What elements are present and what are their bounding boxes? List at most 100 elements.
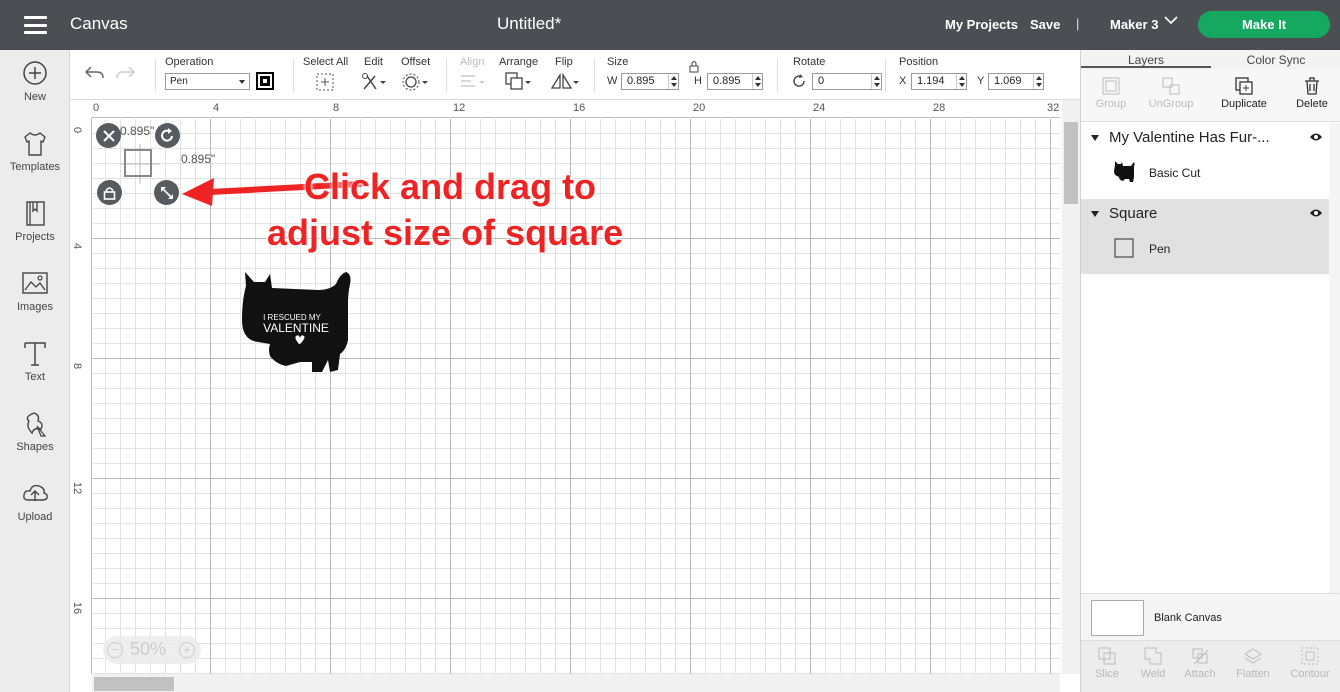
- height-letter: H: [694, 75, 702, 87]
- layer-group-valentine[interactable]: My Valentine Has Fur-... Basic Cut: [1081, 123, 1329, 199]
- lock-proportions-handle[interactable]: [97, 180, 122, 205]
- sidebar-label: New: [23, 91, 46, 103]
- sidebar-label: Templates: [9, 161, 61, 173]
- tab-color-sync[interactable]: Color Sync: [1211, 53, 1340, 67]
- delete-button[interactable]: Delete: [1282, 70, 1340, 110]
- image-icon: [22, 272, 48, 294]
- layer-row-basic-cut[interactable]: Basic Cut: [1081, 153, 1329, 193]
- operation-select[interactable]: Pen: [165, 73, 250, 90]
- height-input[interactable]: 0.895: [707, 73, 763, 90]
- group-button[interactable]: Group: [1081, 70, 1141, 110]
- group-icon: [1102, 77, 1120, 95]
- horizontal-scroll-thumb[interactable]: [94, 677, 174, 691]
- expand-triangle-icon[interactable]: [1091, 135, 1099, 141]
- blank-canvas-swatch[interactable]: [1091, 600, 1144, 636]
- save-link[interactable]: Save: [1030, 17, 1060, 32]
- layer-group-square[interactable]: Square Pen: [1081, 199, 1329, 274]
- offset-icon[interactable]: [401, 72, 429, 92]
- select-all-icon[interactable]: [315, 72, 335, 92]
- selected-square[interactable]: [120, 144, 160, 184]
- y-position-input[interactable]: 1.069: [988, 73, 1044, 90]
- edit-toolbar: Operation Pen Select All Edit Offset Ali…: [70, 50, 1080, 100]
- ungroup-button[interactable]: UnGroup: [1141, 70, 1201, 110]
- edit-scissors-icon[interactable]: [361, 72, 387, 92]
- cat-valentine-design[interactable]: I RESCUED MY VALENTINE: [238, 270, 354, 376]
- tshirt-icon: [24, 132, 46, 156]
- layers-panel: Layers Color Sync Group UnGroup Duplicat…: [1080, 50, 1340, 692]
- panel-tabs: Layers Color Sync: [1081, 50, 1340, 70]
- sidebar-item-templates[interactable]: Templates: [0, 129, 70, 173]
- hamburger-menu-icon[interactable]: [24, 16, 47, 34]
- layer-tools: Group UnGroup Duplicate Delete: [1081, 70, 1340, 122]
- sidebar-item-projects[interactable]: Projects: [0, 199, 70, 243]
- delete-handle[interactable]: [96, 123, 121, 148]
- size-label: Size: [607, 56, 629, 68]
- design-canvas[interactable]: 0 4 8 12 16 20 24 28 32 0 4 8 12 16 0.89…: [70, 100, 1080, 692]
- layer-group-name: Square: [1109, 205, 1158, 222]
- width-letter: W: [607, 75, 618, 87]
- sidebar-label: Shapes: [16, 441, 54, 453]
- height-dimension-label: 0.895": [181, 152, 216, 166]
- redo-icon[interactable]: [115, 64, 137, 82]
- width-input[interactable]: 0.895: [621, 73, 679, 90]
- tab-layers[interactable]: Layers: [1081, 50, 1211, 68]
- slice-button[interactable]: Slice: [1081, 641, 1133, 680]
- upload-cloud-icon: [23, 484, 48, 501]
- sidebar-item-upload[interactable]: Upload: [0, 479, 70, 523]
- expand-triangle-icon[interactable]: [1091, 211, 1099, 217]
- resize-arrows-icon: [160, 186, 173, 199]
- ruler-top: 0 4 8 12 16 20 24 28 32: [92, 100, 1060, 118]
- padlock-icon: [103, 186, 116, 200]
- y-letter: Y: [977, 75, 985, 87]
- ungroup-icon: [1162, 77, 1180, 95]
- cat-thumbnail-icon: [1114, 161, 1135, 182]
- layer-group-name: My Valentine Has Fur-...: [1109, 129, 1270, 146]
- sidebar-label: Text: [24, 371, 46, 383]
- align-icon[interactable]: [459, 72, 487, 92]
- vertical-scroll-thumb[interactable]: [1064, 122, 1078, 204]
- layer-row-pen[interactable]: Pen: [1081, 229, 1329, 269]
- weld-button[interactable]: Weld: [1127, 641, 1179, 680]
- layers-list: My Valentine Has Fur-... Basic Cut Squar…: [1081, 123, 1340, 593]
- flatten-button[interactable]: Flatten: [1227, 641, 1279, 680]
- undo-icon[interactable]: [83, 64, 105, 82]
- x-position-input[interactable]: 1.194: [911, 73, 967, 90]
- x-position-value: 1.194: [917, 75, 945, 87]
- sidebar-item-text[interactable]: Text: [0, 339, 70, 383]
- attach-icon: [1192, 648, 1209, 665]
- attach-button[interactable]: Attach: [1174, 641, 1226, 680]
- text-t-icon: [24, 342, 46, 366]
- layer-operation-label: Pen: [1149, 242, 1171, 256]
- chevron-down-icon[interactable]: [1164, 14, 1178, 26]
- machine-selector[interactable]: Maker 3: [1110, 17, 1158, 32]
- annotation-line-1: Click and drag to: [304, 166, 597, 207]
- my-projects-link[interactable]: My Projects: [945, 17, 1018, 32]
- duplicate-button[interactable]: Duplicate: [1214, 70, 1274, 110]
- pen-color-swatch[interactable]: [256, 72, 274, 90]
- lock-icon[interactable]: [688, 60, 700, 73]
- weld-icon: [1144, 647, 1162, 665]
- y-position-value: 1.069: [994, 75, 1022, 87]
- layers-scrollbar[interactable]: [1329, 123, 1340, 593]
- sidebar-item-images[interactable]: Images: [0, 269, 70, 313]
- layer-group-header[interactable]: My Valentine Has Fur-...: [1081, 123, 1329, 153]
- sidebar-item-new[interactable]: New: [0, 59, 70, 103]
- blank-canvas-row[interactable]: Blank Canvas: [1081, 593, 1340, 640]
- contour-button[interactable]: Contour: [1284, 641, 1336, 680]
- sidebar-item-shapes[interactable]: Shapes: [0, 409, 70, 453]
- vertical-scrollbar[interactable]: [1062, 100, 1080, 674]
- zoom-in-button[interactable]: +: [179, 642, 195, 658]
- horizontal-scrollbar[interactable]: [92, 674, 1060, 692]
- resize-handle[interactable]: [154, 180, 179, 205]
- make-it-button[interactable]: Make It: [1198, 11, 1330, 38]
- edit-label: Edit: [364, 56, 383, 68]
- arrange-icon[interactable]: [504, 71, 532, 92]
- zoom-out-button[interactable]: −: [107, 642, 123, 658]
- eye-icon[interactable]: [1309, 132, 1323, 142]
- rotate-handle[interactable]: [155, 123, 180, 148]
- close-icon: [102, 129, 115, 142]
- rotate-input[interactable]: 0: [812, 73, 882, 90]
- layer-group-header[interactable]: Square: [1081, 199, 1329, 229]
- flip-icon[interactable]: [550, 72, 580, 92]
- eye-icon[interactable]: [1309, 208, 1323, 218]
